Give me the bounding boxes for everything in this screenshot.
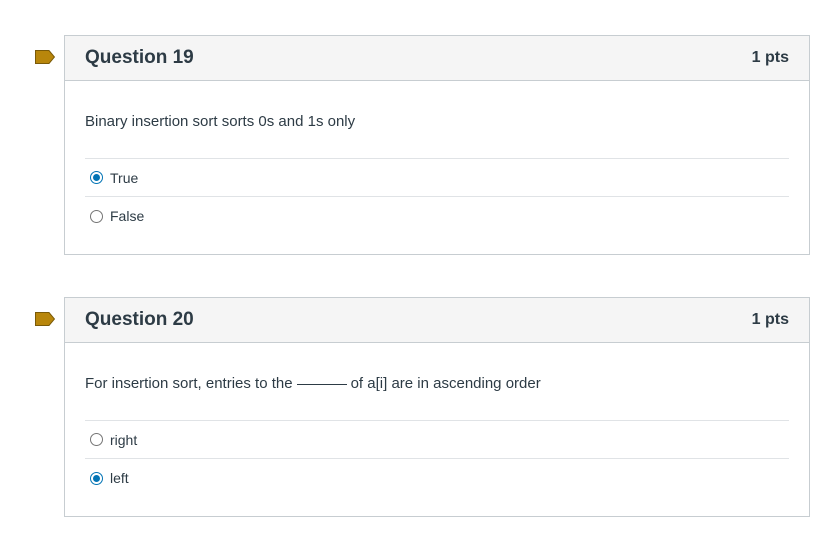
- question-text: For insertion sort, entries to the of a[i…: [85, 343, 789, 420]
- question-header: Question 20 1 pts: [65, 298, 809, 343]
- question-header: Question 19 1 pts: [65, 36, 809, 81]
- question-text-after-blank: of a[i] are in ascending order: [350, 375, 541, 392]
- question-points: 1 pts: [751, 49, 789, 66]
- question-20: Question 20 1 pts For insertion sort, en…: [64, 297, 810, 517]
- answer-option-left[interactable]: left: [85, 459, 789, 497]
- radio-button[interactable]: [90, 433, 103, 446]
- answer-label: left: [110, 470, 129, 486]
- question-title: Question 20: [85, 309, 194, 330]
- flag-question-icon[interactable]: [35, 312, 55, 326]
- answer-list: right left: [85, 420, 789, 497]
- flag-question-icon[interactable]: [35, 50, 55, 64]
- answer-label: False: [110, 208, 145, 224]
- answer-label: right: [110, 431, 138, 448]
- radio-button[interactable]: [90, 209, 103, 223]
- answer-option-right[interactable]: right: [85, 421, 789, 459]
- question-title: Question 19: [85, 47, 194, 68]
- question-text: Binary insertion sort sorts 0s and 1s on…: [85, 113, 356, 130]
- answer-label: True: [110, 169, 139, 186]
- answer-list: True False: [85, 158, 789, 235]
- answer-option-false[interactable]: False: [85, 197, 789, 235]
- answer-option-true[interactable]: True: [85, 159, 789, 197]
- question-text-before-blank: For insertion sort, entries to the: [85, 375, 293, 392]
- fill-in-blank-line: [296, 384, 347, 385]
- radio-button-selected[interactable]: [90, 171, 103, 184]
- radio-button-selected[interactable]: [90, 471, 103, 485]
- question-19: Question 19 1 pts Binary insertion sort …: [64, 35, 810, 255]
- question-points: 1 pts: [751, 311, 789, 328]
